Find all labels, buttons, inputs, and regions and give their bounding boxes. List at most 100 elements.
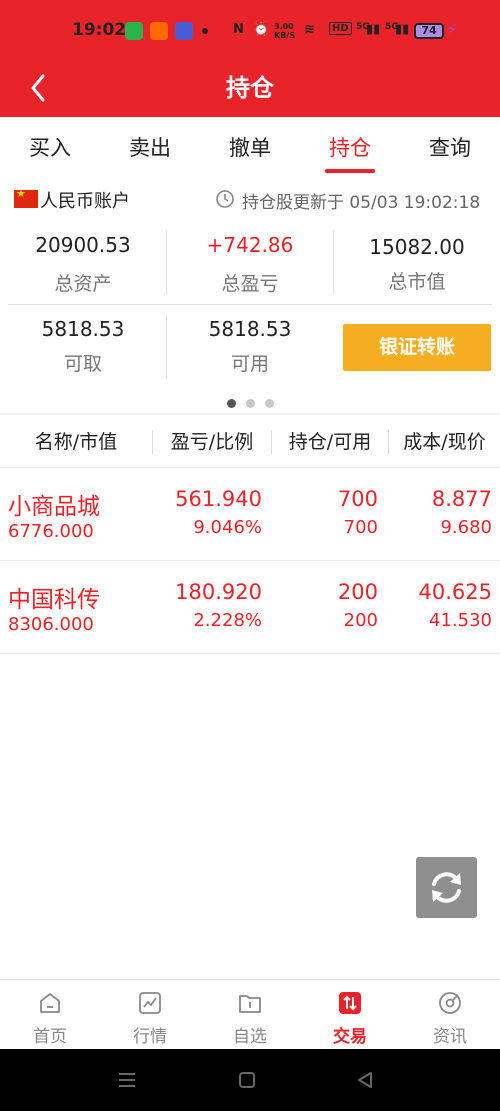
battery-icon: 74 [414, 23, 444, 39]
wifi-icon: ≋ [304, 22, 315, 37]
back-triangle-icon[interactable] [356, 1071, 374, 1089]
stock-market-value: 8306.000 [8, 614, 94, 635]
k-app-icon [175, 22, 193, 40]
signal-bars-icon-2: ▮▮ [395, 22, 410, 37]
nav-home[interactable]: 首页 [0, 980, 100, 1050]
status-bar: 19:02 N ⏰ 3.00 KB/S ≋ HD 5G ▮▮ 5G ▮▮ 74 … [0, 0, 500, 62]
tab-label: 买入 [29, 136, 71, 160]
page-indicator[interactable] [0, 393, 500, 411]
col-name-value[interactable]: 名称/市值 [0, 416, 152, 468]
total-pnl: +742.86 总盈亏 [167, 233, 333, 296]
top-bar: 19:02 N ⏰ 3.00 KB/S ≋ HD 5G ▮▮ 5G ▮▮ 74 … [0, 0, 500, 117]
asset-summary: 20900.53 总资产 +742.86 总盈亏 15082.00 总市值 58… [0, 225, 500, 390]
tab-buy[interactable]: 买入 [0, 117, 100, 179]
taobao-app-icon [150, 22, 168, 40]
nav-label: 自选 [233, 1027, 267, 1047]
page-dot [264, 399, 274, 408]
nav-label: 交易 [333, 1027, 367, 1047]
available-label: 可用 [230, 353, 269, 375]
divider [8, 304, 492, 305]
tab-label: 卖出 [129, 136, 171, 160]
total-assets-label: 总资产 [54, 273, 112, 295]
bank-securities-transfer-button[interactable]: 银证转账 [343, 324, 491, 371]
tab-positions[interactable]: 持仓 [300, 117, 400, 179]
refresh-icon [432, 872, 461, 903]
refresh-button[interactable] [416, 857, 477, 918]
signal-bars-icon-1: ▮▮ [366, 22, 381, 37]
tab-query[interactable]: 查询 [400, 117, 500, 179]
section-separator [0, 413, 500, 415]
trade-icon [339, 992, 361, 1014]
stock-name: 小商品城 [8, 494, 100, 520]
stock-price: 9.680 [440, 517, 492, 538]
news-icon [439, 992, 461, 1014]
stock-available: 200 [343, 610, 378, 631]
trade-tabs: 买入 卖出 撤单 持仓 查询 [0, 117, 500, 179]
update-time: 持仓股更新于 05/03 19:02:18 [242, 193, 481, 213]
stock-pnl: 561.940 [175, 487, 262, 511]
account-bar: ★ 人民币账户 持仓股更新于 05/03 19:02:18 [0, 181, 500, 217]
positions-table-header: 名称/市值 盈亏/比例 持仓/可用 成本/现价 [0, 416, 500, 468]
nav-label: 行情 [133, 1027, 167, 1047]
stock-cost: 40.625 [418, 580, 492, 604]
account-name: 人民币账户 [40, 191, 130, 212]
nav-watchlist[interactable]: 自选 [200, 980, 300, 1050]
notification-dot-icon [202, 28, 208, 34]
nav-label: 首页 [33, 1027, 67, 1047]
total-pnl-value: +742.86 [206, 233, 294, 257]
available-value: 5818.53 [208, 317, 292, 341]
stock-available: 700 [343, 517, 378, 538]
app-header: 持仓 [0, 62, 500, 117]
stock-position: 700 [337, 487, 378, 511]
stock-cost: 8.877 [431, 487, 492, 511]
table-row[interactable]: 中国科传 8306.000 180.920 2.228% 200 200 40.… [0, 562, 500, 654]
stock-position: 200 [337, 580, 378, 604]
stock-pnl-ratio: 9.046% [193, 517, 262, 538]
total-assets-value: 20900.53 [35, 233, 131, 257]
market-value-label: 总市值 [388, 271, 446, 293]
col-pnl-ratio[interactable]: 盈亏/比例 [153, 416, 271, 468]
stock-name: 中国科传 [8, 587, 100, 613]
charging-icon: ⚡ [447, 22, 457, 38]
tab-label: 持仓 [329, 136, 371, 160]
system-navigation-bar [0, 1049, 500, 1111]
total-assets: 20900.53 总资产 [0, 233, 166, 296]
nfc-icon: N [233, 22, 244, 37]
stock-price: 41.530 [429, 610, 492, 631]
withdrawable-label: 可取 [63, 353, 102, 375]
status-time: 19:02 [72, 20, 127, 40]
nav-news[interactable]: 资讯 [400, 980, 500, 1050]
nav-market[interactable]: 行情 [100, 980, 200, 1050]
bottom-navigation: 首页 行情 自选 交易 资讯 [0, 979, 500, 1049]
menu-icon[interactable] [117, 1071, 137, 1089]
page-dot [245, 399, 255, 408]
home-icon [40, 993, 60, 1013]
tab-label: 撤单 [229, 136, 271, 160]
clock-icon [216, 190, 234, 208]
nav-label: 资讯 [433, 1027, 467, 1047]
stock-market-value: 6776.000 [8, 521, 94, 542]
market-chart-icon [139, 992, 161, 1014]
total-pnl-label: 总盈亏 [221, 273, 279, 295]
tab-label: 查询 [429, 136, 471, 160]
alarm-icon: ⏰ [253, 22, 270, 37]
stock-pnl: 180.920 [175, 580, 262, 604]
tab-cancel-order[interactable]: 撤单 [200, 117, 300, 179]
home-square-icon[interactable] [238, 1071, 256, 1089]
col-position-available[interactable]: 持仓/可用 [272, 416, 388, 468]
withdrawable: 5818.53 可取 [0, 317, 166, 376]
wechat-app-icon [125, 22, 143, 40]
hd-icon: HD [329, 22, 352, 35]
page-dot-active [226, 399, 236, 408]
watchlist-icon [239, 995, 261, 1013]
page-title: 持仓 [226, 74, 274, 102]
china-flag-icon: ★ [14, 187, 38, 208]
col-cost-price[interactable]: 成本/现价 [389, 416, 500, 468]
market-value-value: 15082.00 [369, 235, 465, 259]
available-funds: 5818.53 可用 [167, 317, 333, 376]
nav-trade[interactable]: 交易 [300, 980, 400, 1050]
withdrawable-value: 5818.53 [41, 317, 125, 341]
tab-sell[interactable]: 卖出 [100, 117, 200, 179]
active-tab-indicator [325, 169, 375, 173]
table-row[interactable]: 小商品城 6776.000 561.940 9.046% 700 700 8.8… [0, 469, 500, 561]
